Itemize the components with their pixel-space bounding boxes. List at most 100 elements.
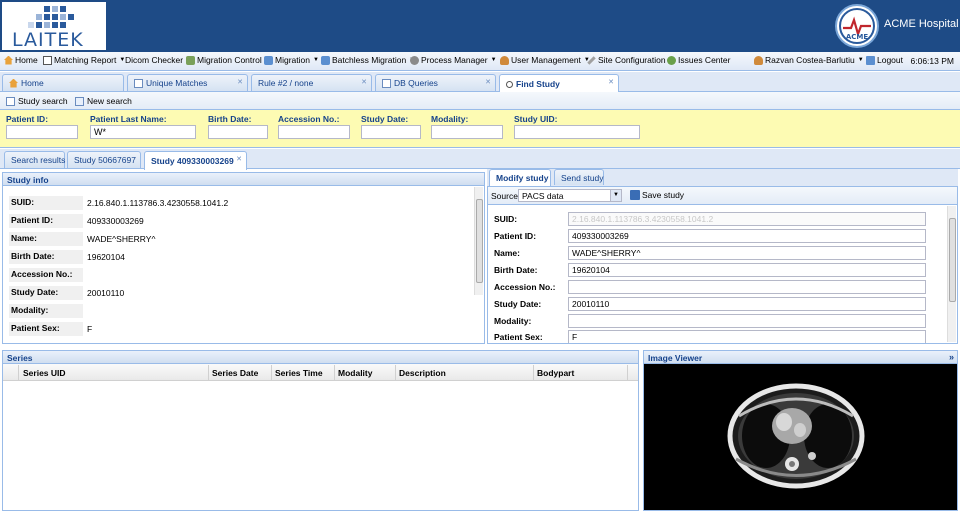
col-bodypart[interactable]: Bodypart (537, 368, 574, 378)
close-icon[interactable]: ✕ (485, 78, 491, 86)
info-row-birth-date: Birth Date: 19620104 (9, 250, 125, 264)
close-icon[interactable]: ✕ (608, 78, 614, 86)
app-header: LAITEK ACME ACME Hospital (0, 0, 960, 52)
suid-field: 2.16.840.1.113786.3.4230558.1041.2 (568, 212, 926, 226)
menu-logout[interactable]: Logout (866, 55, 903, 65)
series-grid: Series UID Series Date Series Time Modal… (2, 364, 639, 511)
series-grid-header: Series UID Series Date Series Time Modal… (3, 364, 638, 381)
close-icon[interactable]: ✕ (361, 78, 367, 86)
info-row-modality: Modality: (3, 300, 473, 318)
hospital-name: ACME Hospital (884, 18, 959, 30)
modify-row-modality: Modality: (488, 313, 938, 330)
image-viewer-header: Image Viewer » (643, 350, 958, 364)
patient-last-name-input[interactable]: W* (90, 125, 196, 139)
save-study-button[interactable]: Save study (630, 190, 684, 200)
info-row-study-date: Study Date: 20010110 (9, 286, 125, 300)
menu-migration-control[interactable]: Migration Control (186, 55, 262, 65)
tab-search-results[interactable]: Search results (4, 151, 65, 168)
col-series-time[interactable]: Series Time (275, 368, 323, 378)
menu-issues-center[interactable]: Issues Center (667, 55, 730, 65)
menu-process-manager[interactable]: Process Manager ▼ (410, 55, 497, 65)
result-tabs: Search results Study 50667697 Study 4093… (0, 149, 960, 170)
study-info-header: Study info (2, 172, 485, 186)
study-search-button[interactable]: Study search (6, 96, 68, 106)
collapse-icon[interactable]: » (949, 352, 954, 362)
menu-batchless-migration[interactable]: Batchless Migration▼ (321, 55, 415, 65)
patient-id-field[interactable]: 409330003269 (568, 229, 926, 243)
tab-study-409330003269[interactable]: Study 409330003269 ✕ (144, 151, 247, 170)
tab-db-queries[interactable]: DB Queries ✕ (375, 74, 496, 91)
info-row-patient-id: Patient ID: 409330003269 (9, 214, 144, 228)
logo-text: LAITEK (12, 29, 84, 51)
study-info-scrollbar[interactable] (474, 187, 483, 295)
modify-row-birth-date: Birth Date: 19620104 (488, 262, 938, 279)
study-search-icon (6, 96, 15, 106)
migration-control-icon (186, 55, 195, 65)
info-row-suid: SUID: 2.16.840.1.113786.3.4230558.1041.2 (9, 196, 229, 210)
modality-field[interactable] (568, 314, 926, 328)
accession-input[interactable] (278, 125, 350, 139)
col-modality[interactable]: Modality (338, 368, 372, 378)
modify-scrollbar[interactable] (947, 206, 956, 342)
modify-row-study-date: Study Date: 20010110 (488, 296, 938, 313)
ct-scan-image (727, 383, 865, 489)
grid-icon (382, 78, 391, 88)
menu-migration[interactable]: Migration ▼ (264, 55, 319, 65)
name-field[interactable]: WADE^SHERRY^ (568, 246, 926, 260)
birth-date-label: Birth Date: (208, 114, 252, 124)
study-info-panel: SUID: 2.16.840.1.113786.3.4230558.1041.2 … (2, 186, 485, 344)
scrollbar-thumb[interactable] (949, 218, 956, 302)
study-uid-label: Study UID: (514, 114, 558, 124)
birth-date-input[interactable] (208, 125, 268, 139)
menu-matching-report[interactable]: Matching Report ▼ (43, 55, 125, 65)
patient-id-label: Patient ID: (6, 114, 49, 124)
col-series-date[interactable]: Series Date (212, 368, 258, 378)
menu-user-management[interactable]: User Management ▼ (500, 55, 590, 65)
image-viewer[interactable] (643, 364, 958, 511)
menu-dicom-checker[interactable]: Dicom Checker (125, 55, 183, 65)
patient-id-input[interactable] (6, 125, 78, 139)
patient-last-name-label: Patient Last Name: (90, 114, 167, 124)
menu-user[interactable]: Razvan Costea-Barlutiu ▼ (754, 55, 864, 65)
chevron-down-icon: ▼ (490, 57, 497, 63)
series-header: Series (2, 350, 639, 364)
new-search-icon (75, 96, 84, 106)
modify-toolbar: Source: PACS data ▼ Save study (487, 186, 958, 205)
modify-row-suid: SUID: 2.16.840.1.113786.3.4230558.1041.2 (488, 211, 938, 228)
accession-field[interactable] (568, 280, 926, 294)
tab-home[interactable]: Home (2, 74, 124, 91)
tab-study-50667697[interactable]: Study 50667697 (67, 151, 141, 168)
col-series-uid[interactable]: Series UID (23, 368, 66, 378)
search-icon (506, 80, 513, 88)
modality-input[interactable] (431, 125, 503, 139)
chevron-down-icon: ▼ (857, 57, 864, 63)
modify-row-name: Name: WADE^SHERRY^ (488, 245, 938, 262)
source-select[interactable]: PACS data ▼ (518, 189, 622, 202)
grid-icon (134, 78, 143, 88)
scrollbar-thumb[interactable] (476, 199, 483, 283)
study-date-input[interactable] (361, 125, 421, 139)
menu-site-configuration[interactable]: Site Configuration (587, 55, 666, 65)
patient-sex-field[interactable]: F (568, 330, 926, 343)
tab-modify-study[interactable]: Modify study (489, 169, 551, 186)
main-tabs: Home Unique Matches ✕ Rule #2 / none ✕ DB … (0, 72, 960, 93)
close-icon[interactable]: ✕ (236, 155, 242, 163)
study-date-field[interactable]: 20010110 (568, 297, 926, 311)
save-icon (630, 190, 640, 200)
birth-date-field[interactable]: 19620104 (568, 263, 926, 277)
tab-find-study[interactable]: Find Study ✕ (499, 74, 619, 93)
info-row-name: Name: WADE^SHERRY^ (9, 232, 156, 246)
migration-icon (264, 55, 273, 65)
modify-row-accession: Accession No.: (488, 279, 938, 296)
hospital-logo: ACME (835, 4, 879, 48)
study-uid-input[interactable] (514, 125, 640, 139)
new-search-button[interactable]: New search (75, 96, 132, 106)
col-description[interactable]: Description (399, 368, 446, 378)
main-menu: Home Matching Report ▼ Dicom Checker Migr… (0, 52, 960, 71)
modify-row-patient-sex: Patient Sex: F (488, 329, 938, 343)
close-icon[interactable]: ✕ (237, 78, 243, 86)
tab-rule[interactable]: Rule #2 / none ✕ (251, 74, 372, 91)
menu-home[interactable]: Home (4, 55, 38, 65)
tab-unique-matches[interactable]: Unique Matches ✕ (127, 74, 248, 91)
tab-send-study[interactable]: Send study (554, 169, 604, 185)
